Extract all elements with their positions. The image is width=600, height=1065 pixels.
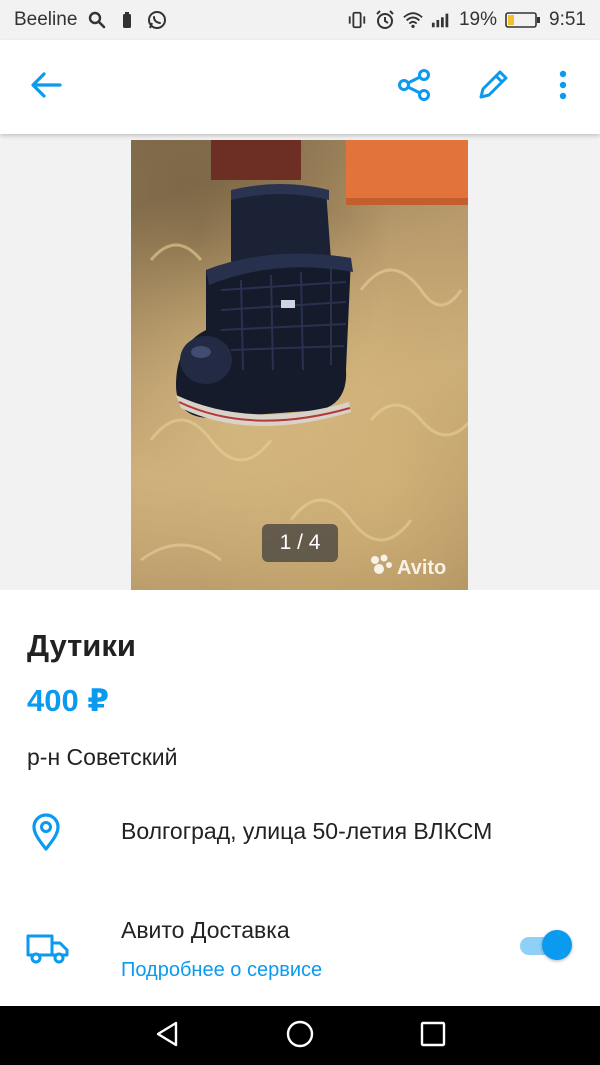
toggle-thumb — [542, 930, 572, 960]
more-options-button[interactable] — [543, 67, 583, 107]
listing-price: 400 ₽ — [27, 683, 109, 718]
edit-icon — [476, 68, 510, 107]
edit-button[interactable] — [473, 67, 513, 107]
status-bar: Beeline 19% 9:51 — [0, 0, 600, 40]
listing-district: р-н Советский — [27, 744, 178, 770]
nav-back-triangle-icon — [154, 1020, 180, 1053]
location-pin-icon — [30, 812, 62, 857]
system-nav-bar — [0, 1006, 600, 1065]
search-icon — [87, 10, 107, 30]
nav-home-button[interactable] — [285, 1019, 315, 1054]
delivery-title: Авито Доставка — [121, 917, 290, 943]
truck-icon — [26, 932, 70, 969]
carrier-label: Beeline — [14, 9, 78, 30]
avito-watermark: Avito — [369, 554, 446, 582]
delivery-toggle[interactable] — [518, 929, 574, 961]
nav-home-circle-icon — [285, 1019, 315, 1054]
nav-back-button[interactable] — [152, 1021, 182, 1051]
boots-image — [140, 140, 468, 562]
battery-saver-icon — [117, 10, 137, 30]
vibrate-icon — [347, 10, 367, 30]
paw-icon — [369, 554, 393, 582]
whatsapp-icon — [147, 10, 167, 30]
nav-recents-button[interactable] — [418, 1021, 448, 1051]
delivery-row: Авито Доставка Подробнее о сервисе — [0, 912, 600, 992]
alarm-icon — [375, 10, 395, 30]
battery-icon — [505, 10, 541, 30]
share-icon — [397, 68, 431, 107]
watermark-text: Avito — [397, 556, 447, 579]
photo-gallery[interactable]: 1 / 4 — [0, 134, 600, 590]
listing-photo[interactable] — [131, 140, 468, 590]
clock: 9:51 — [549, 9, 586, 30]
address-text: Волгоград, улица 50-летия ВЛКСМ — [121, 818, 493, 844]
address-row[interactable]: Волгоград, улица 50-летия ВЛКСМ — [0, 810, 600, 860]
wifi-icon — [403, 10, 423, 30]
photo-counter: 1 / 4 — [262, 524, 338, 562]
delivery-details-link[interactable]: Подробнее о сервисе — [121, 959, 322, 982]
share-button[interactable] — [394, 67, 434, 107]
app-bar — [0, 40, 600, 134]
listing-title: Дутики — [27, 628, 136, 663]
nav-recents-square-icon — [420, 1021, 446, 1052]
battery-percent: 19% — [458, 9, 498, 30]
signal-icon — [431, 10, 451, 30]
back-arrow-icon — [30, 71, 62, 104]
more-vert-icon — [558, 70, 568, 105]
back-button[interactable] — [26, 67, 66, 107]
